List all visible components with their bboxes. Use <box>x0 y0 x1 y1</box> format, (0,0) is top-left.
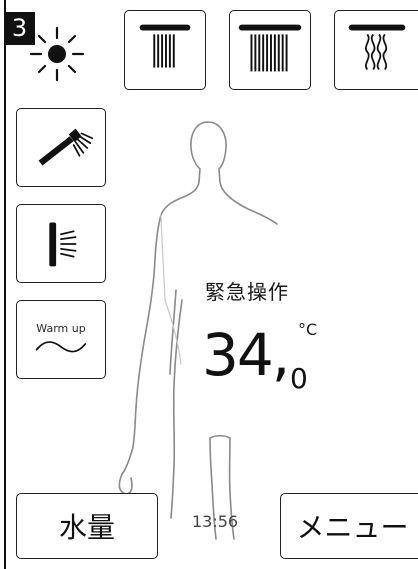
water-volume-button[interactable]: 水量 <box>16 493 158 559</box>
temperature-main: 34, <box>202 321 290 389</box>
rain-shower-large-button[interactable] <box>229 10 311 90</box>
rain-shower-small-icon <box>139 24 191 68</box>
waterfall-shower-icon <box>348 24 406 71</box>
sun-icon[interactable] <box>18 18 96 88</box>
side-jet-icon <box>49 222 77 267</box>
temperature-unit: °C <box>298 320 318 339</box>
waterfall-shower-button[interactable] <box>334 10 418 90</box>
hand-shower-icon <box>38 128 94 166</box>
warm-up-button[interactable]: Warm up <box>16 300 106 379</box>
water-volume-label: 水量 <box>58 511 115 544</box>
hand-shower-button[interactable] <box>16 108 106 187</box>
temperature-decimal: 0 <box>290 362 308 395</box>
menu-label: メニュー <box>296 511 409 544</box>
clock-time: 13:56 <box>192 512 239 531</box>
status-text: 緊急操作 <box>205 280 289 304</box>
warm-up-wave-icon <box>35 341 87 353</box>
rain-shower-large-icon <box>238 24 302 72</box>
menu-button[interactable]: メニュー <box>280 493 418 559</box>
left-edge-rule <box>4 0 6 569</box>
rain-shower-small-button[interactable] <box>124 10 206 90</box>
side-jet-button[interactable] <box>16 204 106 283</box>
